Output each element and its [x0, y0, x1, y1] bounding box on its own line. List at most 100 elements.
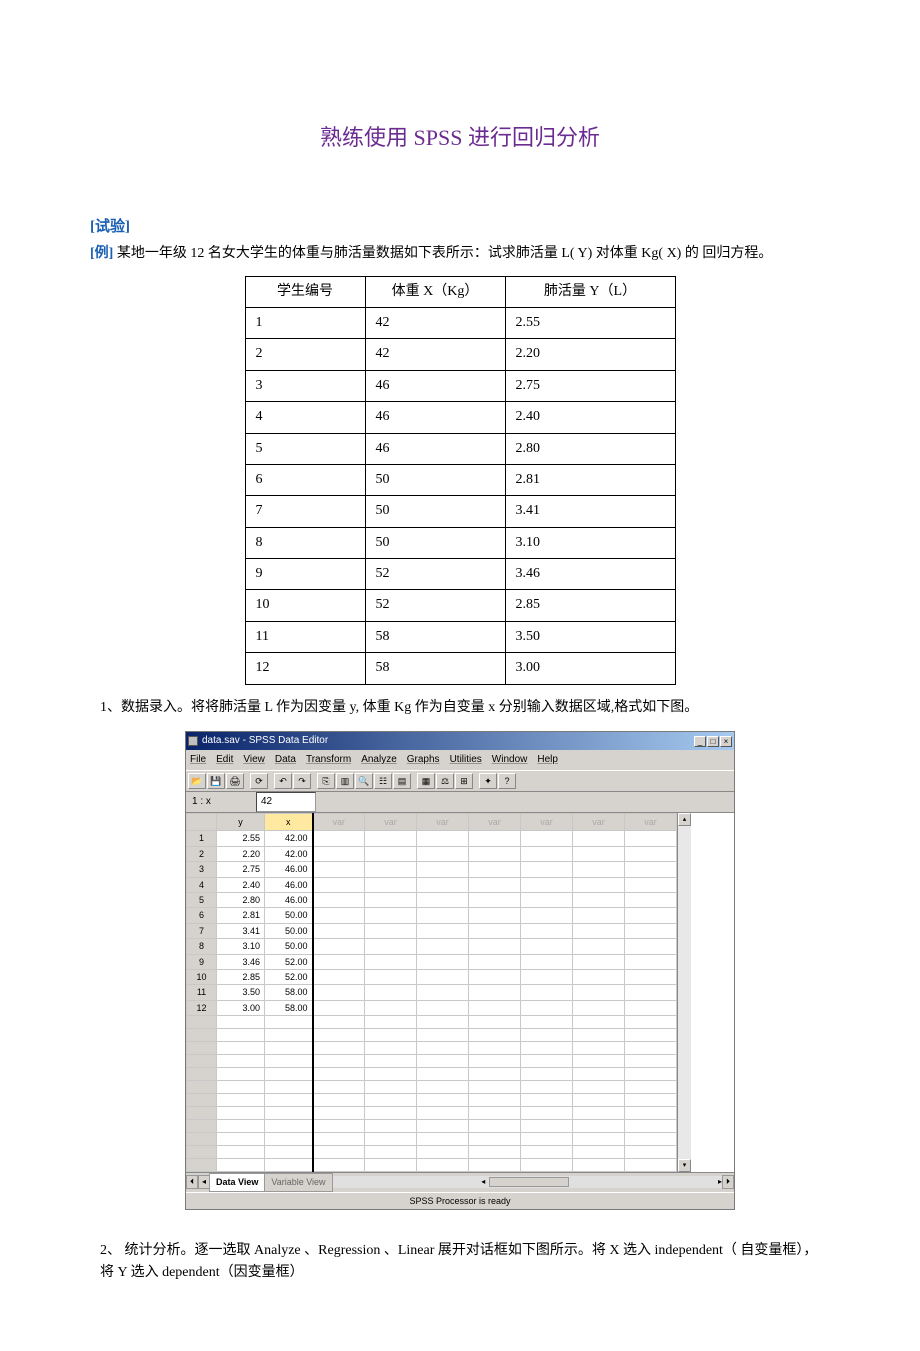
empty-cell[interactable]	[365, 877, 417, 892]
row-header[interactable]: 10	[187, 969, 217, 984]
empty-cell[interactable]	[313, 1159, 365, 1172]
empty-cell[interactable]	[365, 939, 417, 954]
row-header[interactable]: 8	[187, 939, 217, 954]
menu-item-view[interactable]: View	[243, 752, 265, 768]
empty-cell[interactable]	[573, 831, 625, 846]
empty-cell[interactable]	[573, 1042, 625, 1055]
empty-cell[interactable]	[625, 908, 677, 923]
empty-cell[interactable]	[265, 1094, 313, 1107]
empty-cell[interactable]	[417, 939, 469, 954]
empty-cell[interactable]	[573, 1055, 625, 1068]
empty-cell[interactable]	[469, 1016, 521, 1029]
empty-var-header[interactable]: var	[521, 814, 573, 831]
empty-cell[interactable]	[313, 939, 365, 954]
recall-icon[interactable]: ⟳	[250, 773, 268, 789]
empty-cell[interactable]	[573, 862, 625, 877]
cell-x[interactable]: 52.00	[265, 954, 313, 969]
redo-icon[interactable]: ↷	[293, 773, 311, 789]
empty-cell[interactable]	[469, 1159, 521, 1172]
empty-cell[interactable]	[469, 862, 521, 877]
empty-cell[interactable]	[573, 939, 625, 954]
empty-cell[interactable]	[521, 831, 573, 846]
empty-cell[interactable]	[365, 1120, 417, 1133]
empty-cell[interactable]	[625, 1133, 677, 1146]
empty-cell[interactable]	[521, 969, 573, 984]
empty-cell[interactable]	[313, 1146, 365, 1159]
row-header[interactable]: 2	[187, 846, 217, 861]
empty-cell[interactable]	[417, 1029, 469, 1042]
empty-cell[interactable]	[625, 954, 677, 969]
row-header[interactable]: 1	[187, 831, 217, 846]
empty-cell[interactable]	[365, 1029, 417, 1042]
empty-cell[interactable]	[625, 969, 677, 984]
empty-cell[interactable]	[625, 862, 677, 877]
empty-cell[interactable]	[217, 1016, 265, 1029]
empty-cell[interactable]	[573, 1000, 625, 1015]
row-header-empty[interactable]	[187, 1068, 217, 1081]
empty-cell[interactable]	[625, 1029, 677, 1042]
empty-cell[interactable]	[313, 985, 365, 1000]
empty-cell[interactable]	[265, 1159, 313, 1172]
maximize-button[interactable]: □	[707, 736, 719, 747]
empty-cell[interactable]	[417, 1081, 469, 1094]
empty-cell[interactable]	[313, 954, 365, 969]
value-icon[interactable]: ⊞	[455, 773, 473, 789]
goto-icon[interactable]: ⎘	[317, 773, 335, 789]
empty-cell[interactable]	[217, 1107, 265, 1120]
empty-cell[interactable]	[313, 877, 365, 892]
empty-cell[interactable]	[217, 1042, 265, 1055]
empty-cell[interactable]	[625, 1042, 677, 1055]
cell-y[interactable]: 3.50	[217, 985, 265, 1000]
cell-x[interactable]: 46.00	[265, 877, 313, 892]
empty-cell[interactable]	[365, 1146, 417, 1159]
empty-cell[interactable]	[417, 1159, 469, 1172]
empty-cell[interactable]	[365, 846, 417, 861]
menu-item-window[interactable]: Window	[492, 752, 528, 768]
empty-cell[interactable]	[217, 1159, 265, 1172]
empty-cell[interactable]	[625, 1094, 677, 1107]
empty-cell[interactable]	[313, 1042, 365, 1055]
empty-cell[interactable]	[313, 1081, 365, 1094]
empty-cell[interactable]	[469, 1000, 521, 1015]
empty-cell[interactable]	[625, 1000, 677, 1015]
empty-cell[interactable]	[573, 1094, 625, 1107]
cell-x[interactable]: 50.00	[265, 939, 313, 954]
empty-cell[interactable]	[313, 862, 365, 877]
menu-item-file[interactable]: File	[190, 752, 206, 768]
menu-item-transform[interactable]: Transform	[306, 752, 351, 768]
empty-cell[interactable]	[521, 846, 573, 861]
empty-var-header[interactable]: var	[625, 814, 677, 831]
menu-item-graphs[interactable]: Graphs	[407, 752, 440, 768]
empty-cell[interactable]	[469, 1146, 521, 1159]
row-header[interactable]: 9	[187, 954, 217, 969]
empty-cell[interactable]	[625, 1120, 677, 1133]
empty-cell[interactable]	[417, 1120, 469, 1133]
empty-cell[interactable]	[469, 969, 521, 984]
tab-variable-view[interactable]: Variable View	[264, 1173, 332, 1191]
cell-y[interactable]: 2.20	[217, 846, 265, 861]
row-header-empty[interactable]	[187, 1159, 217, 1172]
empty-cell[interactable]	[573, 1081, 625, 1094]
empty-cell[interactable]	[469, 1029, 521, 1042]
empty-cell[interactable]	[417, 1133, 469, 1146]
menu-item-edit[interactable]: Edit	[216, 752, 233, 768]
empty-cell[interactable]	[625, 877, 677, 892]
row-header-empty[interactable]	[187, 1094, 217, 1107]
empty-cell[interactable]	[313, 1068, 365, 1081]
empty-cell[interactable]	[417, 862, 469, 877]
empty-cell[interactable]	[365, 954, 417, 969]
empty-cell[interactable]	[313, 908, 365, 923]
empty-cell[interactable]	[313, 1094, 365, 1107]
help-icon[interactable]: ?	[498, 773, 516, 789]
find-icon[interactable]: 🔍	[355, 773, 373, 789]
empty-cell[interactable]	[417, 1068, 469, 1081]
empty-var-header[interactable]: var	[469, 814, 521, 831]
empty-cell[interactable]	[265, 1107, 313, 1120]
empty-var-header[interactable]: var	[417, 814, 469, 831]
empty-cell[interactable]	[625, 1107, 677, 1120]
empty-cell[interactable]	[521, 1016, 573, 1029]
undo-icon[interactable]: ↶	[274, 773, 292, 789]
empty-cell[interactable]	[313, 1107, 365, 1120]
empty-cell[interactable]	[217, 1146, 265, 1159]
cell-y[interactable]: 2.81	[217, 908, 265, 923]
